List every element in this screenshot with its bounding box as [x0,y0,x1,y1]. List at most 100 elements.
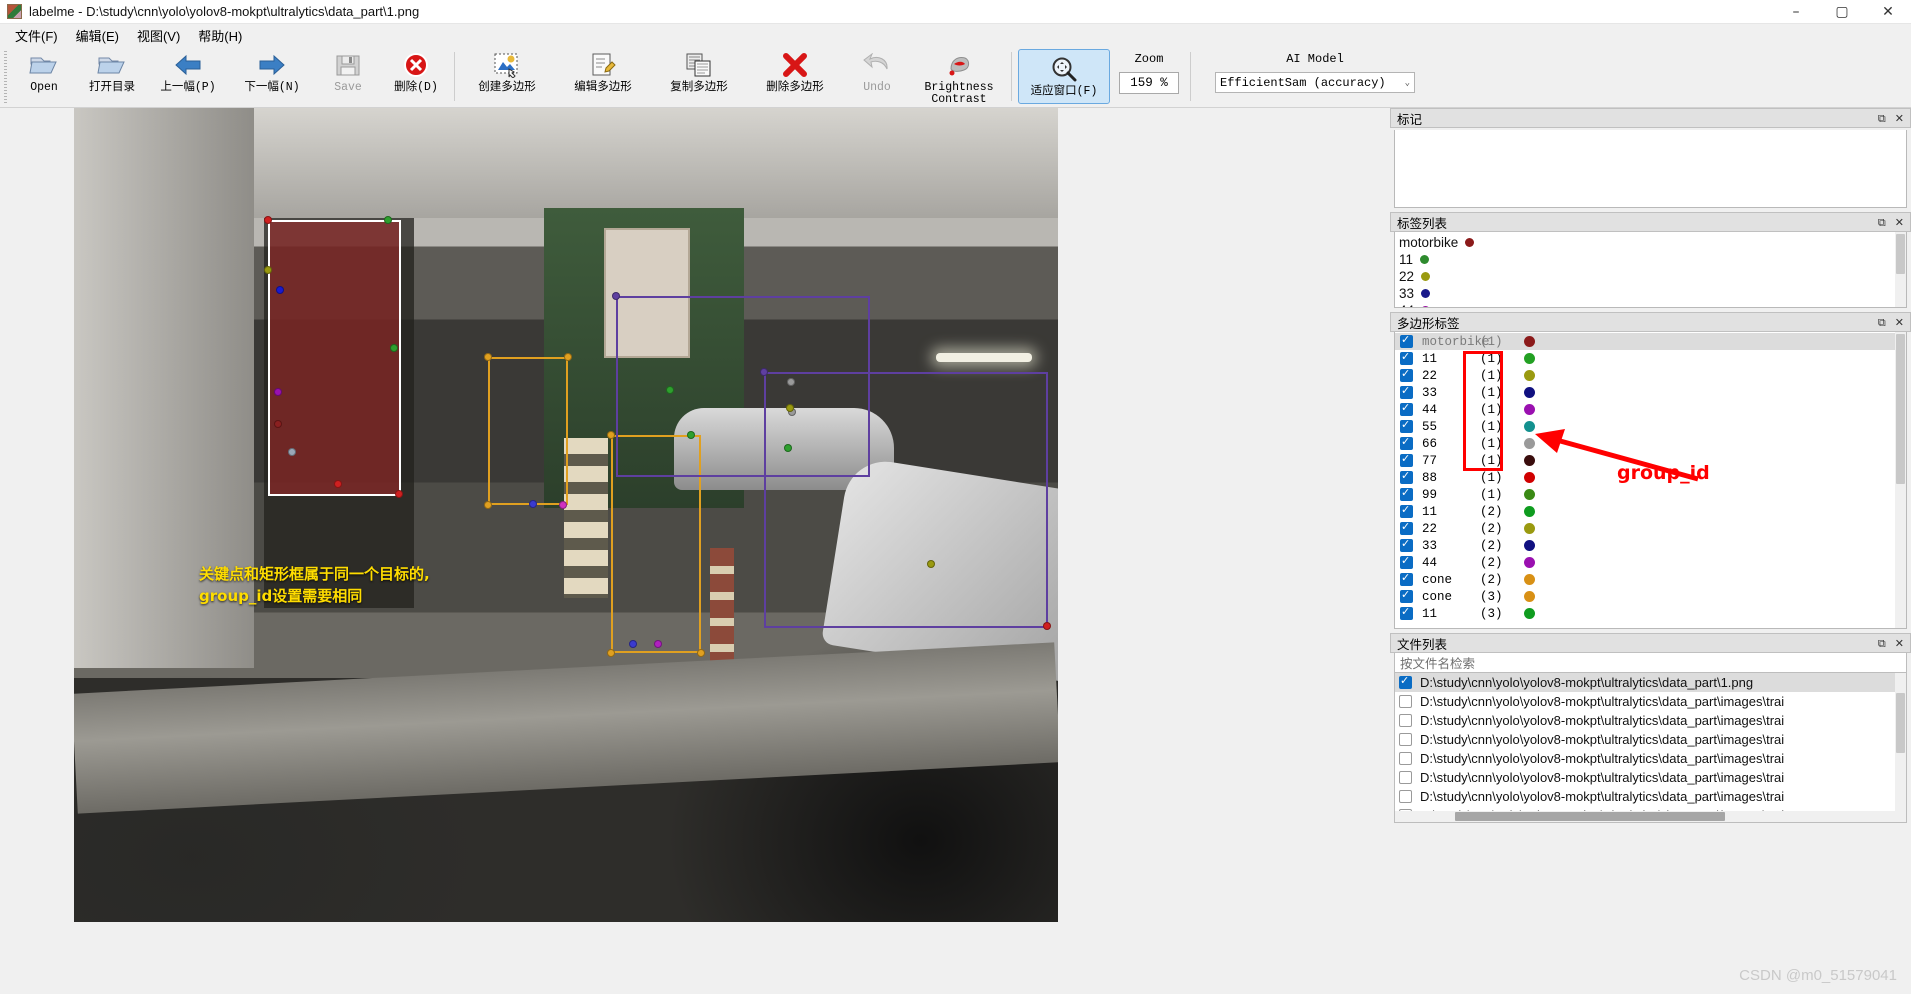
fit-window-button[interactable]: 适应窗口(F) [1018,49,1110,104]
file-search-input[interactable]: 按文件名检索 [1394,653,1907,673]
polygon-list-item[interactable]: cone (2) [1395,571,1906,588]
keypoint[interactable] [288,448,296,456]
polygon-list-item[interactable]: 33 (2) [1395,537,1906,554]
checkbox-checked-icon[interactable] [1400,384,1413,399]
keypoint[interactable] [629,640,637,648]
menu-view[interactable]: 视图(V) [128,24,189,47]
checkbox-checked-icon[interactable] [1400,588,1413,603]
keypoint[interactable] [784,444,792,452]
canvas-area[interactable]: 关键点和矩形框属于同一个目标的, group_id设置需要相同 [0,108,1390,994]
polygon-list-item[interactable]: cone (3) [1395,588,1906,605]
checkbox-checked-icon[interactable] [1400,367,1413,382]
checkbox-checked-icon[interactable] [1400,554,1413,569]
list-item[interactable]: 22 [1399,268,1902,285]
file-list-scrollbar-v[interactable] [1895,673,1906,811]
keypoint[interactable] [484,501,492,509]
checkbox-unchecked-icon[interactable] [1399,733,1412,746]
file-list-item[interactable]: D:\study\cnn\yolo\yolov8-mokpt\ultralyti… [1395,711,1906,730]
list-item[interactable]: 44 [1399,302,1902,307]
polygon-list-item[interactable]: 22 (2) [1395,520,1906,537]
brightness-contrast-button[interactable]: Brightness Contrast [911,46,1007,107]
close-icon[interactable]: ✕ [1895,217,1904,228]
file-list-item[interactable]: D:\study\cnn\yolo\yolov8-mokpt\ultralyti… [1395,749,1906,768]
checkbox-checked-icon[interactable] [1400,537,1413,552]
checkbox-checked-icon[interactable] [1400,486,1413,501]
keypoint[interactable] [276,286,284,294]
polygon-labels-body[interactable]: motorbike(1)11(1)22(1)33(1)44(1)55(1)66(… [1394,332,1907,629]
shape-car-box-2[interactable] [764,372,1048,628]
keypoint[interactable] [612,292,620,300]
keypoint[interactable] [274,420,282,428]
image-canvas[interactable]: 关键点和矩形框属于同一个目标的, group_id设置需要相同 [74,108,1058,922]
delete-polygon-button[interactable]: 删除多边形 [747,46,843,107]
open-button[interactable]: Open [10,46,78,107]
polygon-list-item[interactable]: 11 (2) [1395,503,1906,520]
ai-model-select[interactable]: EfficientSam (accuracy) ⌄ [1215,72,1415,93]
float-icon[interactable]: ⧉ [1878,217,1886,228]
keypoint[interactable] [384,216,392,224]
keypoint[interactable] [529,500,537,508]
close-button[interactable]: ✕ [1865,0,1911,24]
save-button[interactable]: Save [314,46,382,107]
file-list-item[interactable]: D:\study\cnn\yolo\yolov8-mokpt\ultralyti… [1395,730,1906,749]
checkbox-unchecked-icon[interactable] [1399,790,1412,803]
checkbox-checked-icon[interactable] [1400,520,1413,535]
float-icon[interactable]: ⧉ [1878,638,1886,649]
checkbox-checked-icon[interactable] [1400,469,1413,484]
keypoint[interactable] [274,388,282,396]
list-item[interactable]: 11 [1399,251,1902,268]
keypoint[interactable] [786,404,794,412]
minimize-button[interactable]: – [1773,0,1819,24]
checkbox-checked-icon[interactable] [1400,350,1413,365]
keypoint[interactable] [559,501,567,509]
polygon-list-item[interactable]: 99 (1) [1395,486,1906,503]
checkbox-checked-icon[interactable] [1400,452,1413,467]
checkbox-unchecked-icon[interactable] [1399,695,1412,708]
close-icon[interactable]: ✕ [1895,317,1904,328]
checkbox-checked-icon[interactable] [1400,435,1413,450]
polygon-list-item[interactable]: 11 (3) [1395,605,1906,622]
menu-edit[interactable]: 编辑(E) [67,24,128,47]
checkbox-unchecked-icon[interactable] [1399,752,1412,765]
float-icon[interactable]: ⧉ [1878,317,1886,328]
menu-help[interactable]: 帮助(H) [189,24,251,47]
undo-button[interactable]: Undo [843,46,911,107]
file-list-item[interactable]: D:\study\cnn\yolo\yolov8-mokpt\ultralyti… [1395,692,1906,711]
list-item[interactable]: motorbike [1399,234,1902,251]
close-icon[interactable]: ✕ [1895,113,1904,124]
polygon-list-item[interactable]: motorbike(1) [1395,333,1906,350]
checkbox-checked-icon[interactable] [1400,418,1413,433]
checkbox-checked-icon[interactable] [1400,401,1413,416]
copy-polygon-button[interactable]: 复制多边形 [651,46,747,107]
open-dir-button[interactable]: 打开目录 [78,46,146,107]
delete-button[interactable]: 删除(D) [382,46,450,107]
prev-image-button[interactable]: 上一幅(P) [146,46,230,107]
keypoint[interactable] [564,353,572,361]
file-list-item[interactable]: D:\study\cnn\yolo\yolov8-mokpt\ultralyti… [1395,673,1906,692]
next-image-button[interactable]: 下一幅(N) [230,46,314,107]
checkbox-checked-icon[interactable] [1400,503,1413,518]
checkbox-checked-icon[interactable] [1399,674,1412,689]
checkbox-unchecked-icon[interactable] [1399,771,1412,784]
keypoint[interactable] [395,490,403,498]
zoom-input[interactable]: 159 % [1119,72,1179,94]
menu-file[interactable]: 文件(F) [6,24,67,47]
shape-cone-box-1[interactable] [488,357,568,505]
keypoint[interactable] [760,368,768,376]
checkbox-unchecked-icon[interactable] [1399,714,1412,727]
polygon-labels-scrollbar[interactable] [1895,332,1906,628]
float-icon[interactable]: ⧉ [1878,113,1886,124]
shape-motorbike-box[interactable] [268,220,401,496]
keypoint[interactable] [697,649,705,657]
label-list-body[interactable]: motorbike 11 22 33 44 [1394,232,1907,308]
toolbar-grip[interactable] [2,50,8,103]
keypoint[interactable] [654,640,662,648]
list-item[interactable]: 33 [1399,285,1902,302]
keypoint[interactable] [390,344,398,352]
flags-panel-body[interactable] [1394,130,1907,208]
file-list-scrollbar-h[interactable] [1395,811,1906,822]
edit-polygon-button[interactable]: 编辑多边形 [555,46,651,107]
create-polygon-button[interactable]: 创建多边形 [459,46,555,107]
checkbox-checked-icon[interactable] [1400,333,1413,348]
close-icon[interactable]: ✕ [1895,638,1904,649]
